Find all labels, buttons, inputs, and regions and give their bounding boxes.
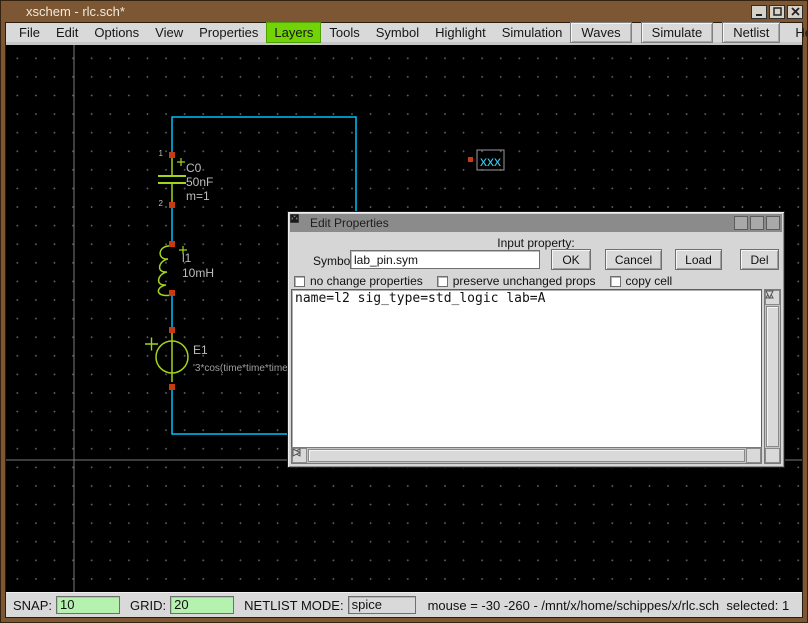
scroll-right-icon[interactable] bbox=[746, 448, 761, 463]
pin-icon bbox=[169, 202, 175, 208]
dialog-maximize-icon[interactable] bbox=[750, 216, 764, 230]
xschem-window: xschem - rlc.sch* File Edit Options View… bbox=[0, 0, 808, 623]
menu-edit[interactable]: Edit bbox=[48, 23, 86, 42]
window-body: File Edit Options View Properties Layers… bbox=[5, 22, 803, 618]
capacitor-value: 50nF bbox=[186, 175, 213, 189]
capacitor-extra: m=1 bbox=[186, 189, 210, 203]
waves-button[interactable]: Waves bbox=[570, 22, 631, 43]
window-title: xschem - rlc.sch* bbox=[26, 4, 125, 19]
scroll-down-icon[interactable] bbox=[765, 448, 780, 463]
menu-layers[interactable]: Layers bbox=[266, 22, 321, 43]
snap-label: SNAP: bbox=[13, 598, 52, 613]
preserve-unchanged-props-checkbox[interactable] bbox=[437, 276, 448, 287]
menu-options[interactable]: Options bbox=[86, 23, 147, 42]
net-label[interactable]: xxx bbox=[468, 150, 504, 170]
cancel-button[interactable]: Cancel bbox=[605, 249, 662, 270]
pin-icon bbox=[169, 152, 175, 158]
plus-icon bbox=[177, 158, 185, 166]
property-textarea[interactable]: name=l2 sig_type=std_logic lab=A bbox=[291, 289, 762, 453]
grid-label: GRID: bbox=[130, 598, 166, 613]
grid-input[interactable]: 20 bbox=[170, 596, 234, 614]
capacitor-name: C0 bbox=[186, 161, 202, 175]
status-bar: SNAP: 10 GRID: 20 NETLIST MODE: spice mo… bbox=[6, 592, 802, 617]
mouse-status-text: mouse = -30 -260 - /mnt/x/home/schippes/… bbox=[428, 598, 790, 613]
netlist-mode-input[interactable]: spice bbox=[348, 596, 416, 614]
menu-tools[interactable]: Tools bbox=[321, 23, 367, 42]
title-bar[interactable]: xschem - rlc.sch* bbox=[1, 1, 807, 22]
plus-icon bbox=[145, 338, 158, 351]
snap-input[interactable]: 10 bbox=[56, 596, 120, 614]
edit-properties-dialog: Edit Properties Input property: bbox=[287, 211, 785, 468]
copy-cell-checkbox[interactable] bbox=[610, 276, 621, 287]
menu-help[interactable]: Help bbox=[789, 23, 808, 42]
menu-highlight[interactable]: Highlight bbox=[427, 23, 494, 42]
close-icon[interactable] bbox=[787, 5, 803, 19]
dialog-title-bar[interactable]: Edit Properties bbox=[290, 214, 782, 232]
capacitor-pin1-number: 1 bbox=[159, 149, 164, 158]
pin-icon bbox=[169, 290, 175, 296]
inductor-value: 10mH bbox=[182, 266, 214, 280]
menu-properties[interactable]: Properties bbox=[191, 23, 266, 42]
symbol-label: Symbol bbox=[313, 254, 353, 268]
menu-bar: File Edit Options View Properties Layers… bbox=[6, 23, 802, 45]
copy-cell-label: copy cell bbox=[626, 274, 673, 288]
menu-symbol[interactable]: Symbol bbox=[368, 23, 427, 42]
pin-icon bbox=[169, 327, 175, 333]
horizontal-scrollbar[interactable] bbox=[291, 447, 762, 464]
pin-icon bbox=[468, 157, 473, 162]
checkbox-row: no change properties preserve unchanged … bbox=[294, 274, 686, 288]
input-property-label: Input property: bbox=[288, 236, 784, 250]
ok-button[interactable]: OK bbox=[551, 249, 591, 270]
menu-view[interactable]: View bbox=[147, 23, 191, 42]
vertical-scrollbar[interactable] bbox=[764, 289, 781, 464]
inductor-name: l1 bbox=[182, 251, 192, 265]
simulate-button[interactable]: Simulate bbox=[641, 22, 714, 43]
net-label-text: xxx bbox=[480, 153, 501, 169]
symbol-input[interactable]: lab_pin.sym bbox=[350, 250, 540, 269]
source-value: '3*cos(time*time*time* bbox=[193, 363, 292, 374]
dialog-close-icon[interactable] bbox=[766, 216, 780, 230]
source-symbol[interactable] bbox=[145, 327, 188, 390]
menu-simulation[interactable]: Simulation bbox=[494, 23, 571, 42]
load-button[interactable]: Load bbox=[675, 249, 722, 270]
horizontal-scroll-thumb[interactable] bbox=[308, 449, 745, 462]
vertical-scroll-thumb[interactable] bbox=[766, 306, 779, 447]
no-change-properties-checkbox[interactable] bbox=[294, 276, 305, 287]
netlist-button[interactable]: Netlist bbox=[722, 22, 780, 43]
preserve-unchanged-props-label: preserve unchanged props bbox=[453, 274, 596, 288]
minimize-icon[interactable] bbox=[751, 5, 767, 19]
schematic-canvas[interactable]: 1 2 C0 50nF m=1 l1 10mH bbox=[6, 45, 802, 592]
menu-file[interactable]: File bbox=[11, 23, 48, 42]
pin-icon bbox=[169, 384, 175, 390]
capacitor-pin2-number: 2 bbox=[159, 199, 164, 208]
dialog-title: Edit Properties bbox=[310, 216, 389, 230]
source-name: E1 bbox=[193, 343, 208, 357]
no-change-properties-label: no change properties bbox=[310, 274, 423, 288]
del-button[interactable]: Del bbox=[740, 249, 779, 270]
dialog-minimize-icon[interactable] bbox=[734, 216, 748, 230]
maximize-icon[interactable] bbox=[769, 5, 785, 19]
pin-icon bbox=[169, 241, 175, 247]
netlist-mode-label: NETLIST MODE: bbox=[244, 598, 343, 613]
